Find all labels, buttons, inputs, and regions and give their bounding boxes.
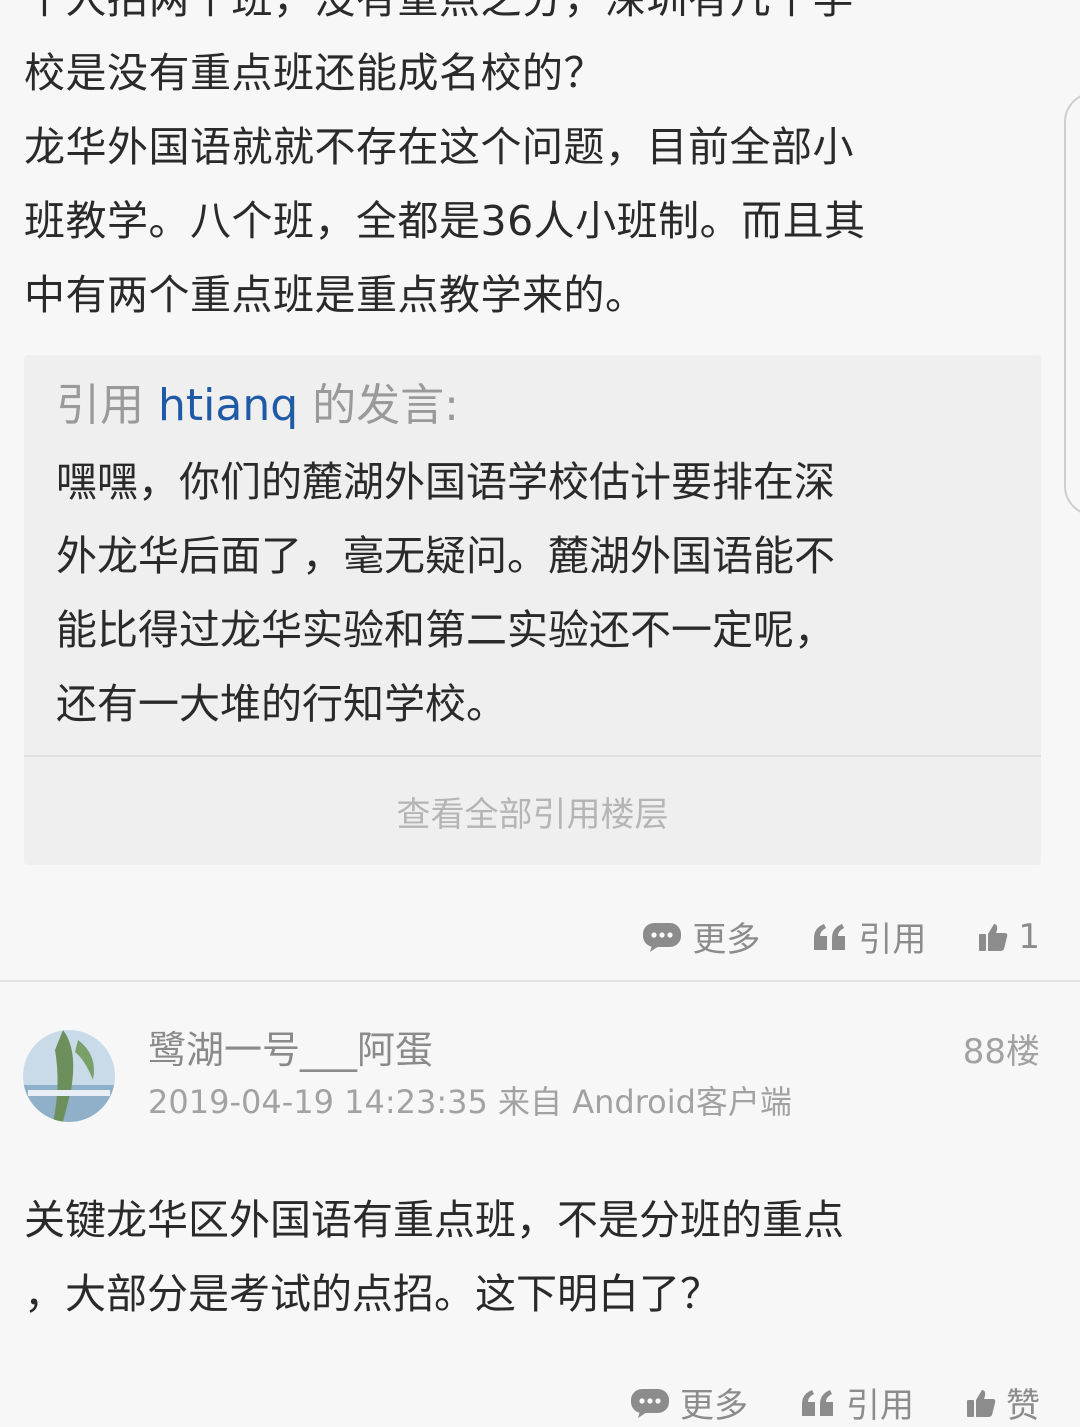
- quote-prefix: 引用: [56, 380, 158, 431]
- quote-button[interactable]: 引用: [812, 912, 926, 961]
- reply-source: 来自 Android客户端: [498, 1083, 792, 1121]
- view-all-quotes-label: 查看全部引用楼层: [396, 794, 669, 835]
- edge-decoration: [1064, 92, 1080, 516]
- quote-content: 嘿嘿，你们的麓湖外国语学校估计要排在深 外龙华后面了，毫无疑问。麓湖外国语能不 …: [56, 458, 835, 728]
- quote-label: 引用: [858, 920, 927, 960]
- thumbs-up-icon: [979, 923, 1008, 951]
- more-label: 更多: [692, 920, 761, 960]
- like-count: 1: [1018, 916, 1040, 957]
- quote-block: 引用 htianq 的发言: 嘿嘿，你们的麓湖外国语学校估计要排在深 外龙华后面…: [24, 355, 1041, 865]
- quote-marks-icon: [814, 923, 846, 950]
- quote-username-link[interactable]: htianq: [158, 380, 298, 431]
- more-button[interactable]: 更多: [642, 912, 760, 961]
- post-divider: [0, 980, 1080, 982]
- reply-meta: 2019-04-19 14:23:35 来自 Android客户端: [148, 1078, 792, 1126]
- floor-number: 88楼: [962, 1032, 1040, 1072]
- speech-bubble-dots-icon: [643, 922, 682, 952]
- like-button[interactable]: 1: [978, 917, 1040, 957]
- reply-username[interactable]: 鹭湖一号___阿蛋: [148, 1024, 433, 1076]
- post-content: 个人招两个班，没有重点之分，深圳有几个学 校是没有重点班还能成名校的？ 龙华外国…: [24, 0, 866, 319]
- avatar-image: [23, 1030, 115, 1122]
- reply-content: 关键龙华区外国语有重点班，不是分班的重点 ，大部分是考试的点招。这下明白了？: [24, 1196, 844, 1318]
- reply-timestamp: 2019-04-19 14:23:35: [148, 1083, 488, 1121]
- view-all-quotes-button[interactable]: 查看全部引用楼层: [24, 757, 1041, 865]
- avatar[interactable]: [23, 1030, 115, 1122]
- post-action-bar: 更多 引用 1: [642, 912, 1040, 961]
- quote-suffix: 的发言:: [298, 380, 459, 431]
- quote-header: 引用 htianq 的发言:: [56, 377, 459, 435]
